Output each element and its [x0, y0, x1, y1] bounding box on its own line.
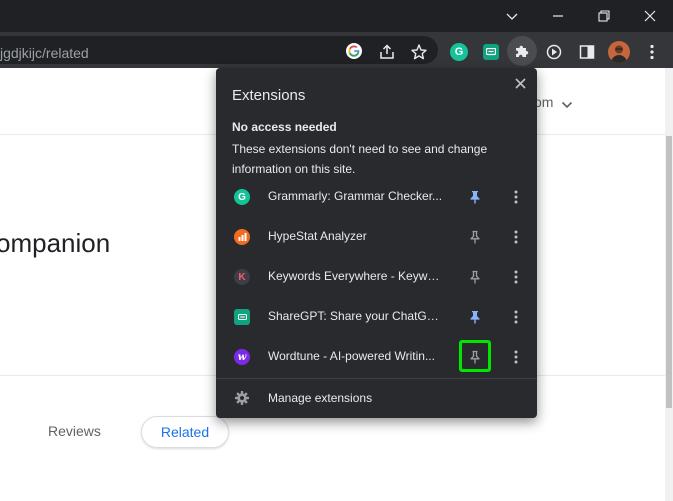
- grammarly-icon[interactable]: G: [450, 43, 468, 61]
- manage-extensions-button[interactable]: Manage extensions: [216, 379, 537, 417]
- menu-kebab-icon[interactable]: [644, 43, 660, 61]
- manage-extensions-label: Manage extensions: [268, 391, 373, 405]
- page-scrollbar-thumb[interactable]: [666, 136, 672, 408]
- extensions-popup: Extensions No access needed These extens…: [216, 68, 537, 418]
- more-options-icon[interactable]: [508, 189, 524, 205]
- extension-name: Keywords Everywhere - Keywor...: [268, 269, 446, 283]
- tab-search-chevron-icon[interactable]: [489, 0, 535, 32]
- pin-outline-icon[interactable]: [467, 229, 483, 245]
- sharegpt-icon: [234, 309, 250, 325]
- hypestat-icon: [234, 229, 250, 245]
- extension-item-sharegpt[interactable]: ShareGPT: Share your ChatGPT...: [216, 297, 537, 337]
- page-title: ompanion: [0, 228, 111, 258]
- side-panel-icon[interactable]: [578, 43, 596, 61]
- more-options-icon[interactable]: [508, 309, 524, 325]
- browser-toolbar: [0, 32, 673, 68]
- share-icon[interactable]: [378, 43, 396, 61]
- pin-outline-icon[interactable]: [467, 269, 483, 285]
- chevron-down-icon[interactable]: [561, 97, 573, 115]
- window-title-bar: [0, 0, 673, 32]
- section-description: These extensions don't need to see and c…: [232, 142, 488, 176]
- minimize-icon[interactable]: [535, 0, 581, 32]
- close-window-icon[interactable]: [627, 0, 673, 32]
- more-options-icon[interactable]: [508, 349, 524, 365]
- tab-reviews[interactable]: Reviews: [48, 423, 101, 439]
- popup-title: Extensions: [232, 87, 306, 104]
- media-icon[interactable]: [545, 43, 563, 61]
- section-heading: No access needed: [232, 120, 337, 134]
- extension-item-grammarly[interactable]: G Grammarly: Grammar Checker...: [216, 177, 537, 217]
- wordtune-icon: w: [234, 349, 250, 365]
- extension-item-hypestat[interactable]: HypeStat Analyzer: [216, 217, 537, 257]
- extension-name: Grammarly: Grammar Checker...: [268, 189, 443, 203]
- extensions-puzzle-icon[interactable]: [507, 36, 537, 66]
- keywords-everywhere-icon: K: [234, 269, 250, 285]
- pin-outline-icon[interactable]: [467, 349, 483, 365]
- extension-item-keywords-everywhere[interactable]: K Keywords Everywhere - Keywor...: [216, 257, 537, 297]
- extension-name: HypeStat Analyzer: [268, 229, 367, 243]
- popup-close-icon[interactable]: [512, 75, 528, 91]
- grammarly-icon: G: [234, 189, 250, 205]
- pin-icon[interactable]: [467, 309, 483, 325]
- extension-name: Wordtune - AI-powered Writin...: [268, 349, 435, 363]
- sharegpt-icon[interactable]: [483, 44, 499, 60]
- more-options-icon[interactable]: [508, 269, 524, 285]
- profile-avatar[interactable]: [608, 41, 630, 63]
- extension-item-wordtune[interactable]: w Wordtune - AI-powered Writin...: [216, 337, 537, 377]
- pin-icon[interactable]: [467, 189, 483, 205]
- restore-icon[interactable]: [581, 0, 627, 32]
- url-text[interactable]: jgdjkijc/related: [0, 45, 89, 61]
- extension-name: ShareGPT: Share your ChatGPT...: [268, 309, 446, 323]
- more-options-icon[interactable]: [508, 229, 524, 245]
- tab-related[interactable]: Related: [141, 416, 229, 448]
- bookmark-star-icon[interactable]: [410, 43, 428, 61]
- google-lens-icon[interactable]: [345, 42, 363, 60]
- gear-icon: [234, 390, 250, 411]
